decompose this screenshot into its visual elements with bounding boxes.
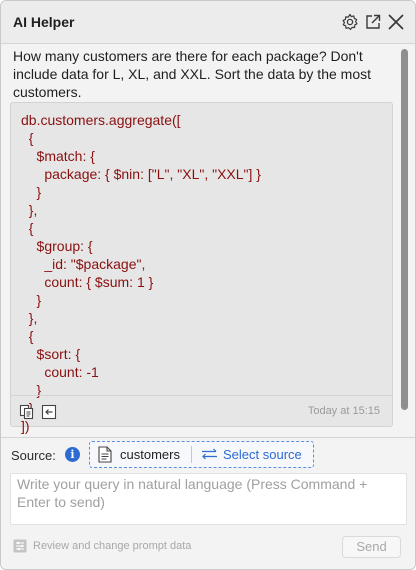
query-input[interactable]: Write your query in natural language (Pr… xyxy=(10,473,407,525)
review-prompt-link[interactable]: Review and change prompt data xyxy=(33,540,191,552)
document-icon xyxy=(98,446,112,463)
close-icon[interactable] xyxy=(387,13,405,31)
code-response-card: db.customers.aggregate([ { $match: { pac… xyxy=(10,102,393,434)
select-source-link[interactable]: Select source xyxy=(223,447,302,462)
prompt-settings-icon[interactable] xyxy=(13,539,27,553)
query-input-placeholder: Write your query in natural language (Pr… xyxy=(17,476,368,510)
user-question: How many customers are there for each pa… xyxy=(13,48,371,100)
source-row: Source: i customers Select source xyxy=(1,437,415,474)
panel-header: AI Helper xyxy=(1,1,415,44)
source-label: Source: xyxy=(11,448,56,463)
code-card-footer: Today at 15:15 xyxy=(11,395,392,427)
insert-icon[interactable] xyxy=(41,404,57,420)
panel-title: AI Helper xyxy=(13,14,75,30)
info-icon[interactable]: i xyxy=(65,447,80,462)
source-selector[interactable]: customers Select source xyxy=(89,441,314,468)
send-button[interactable]: Send xyxy=(342,536,401,558)
ai-helper-panel: AI Helper How many customers are there f… xyxy=(0,0,416,570)
code-block: db.customers.aggregate([ { $match: { pac… xyxy=(21,112,261,434)
conversation-area: How many customers are there for each pa… xyxy=(1,44,415,436)
external-link-icon[interactable] xyxy=(364,13,382,31)
gear-icon[interactable] xyxy=(341,13,359,31)
source-divider xyxy=(191,446,192,463)
current-source[interactable]: customers xyxy=(120,447,180,462)
copy-icon[interactable] xyxy=(19,404,35,420)
scrollbar-thumb[interactable] xyxy=(401,49,408,410)
swap-icon[interactable] xyxy=(201,448,218,460)
message-timestamp: Today at 15:15 xyxy=(307,405,380,417)
bottom-toolbar: Review and change prompt data Send xyxy=(1,533,415,563)
